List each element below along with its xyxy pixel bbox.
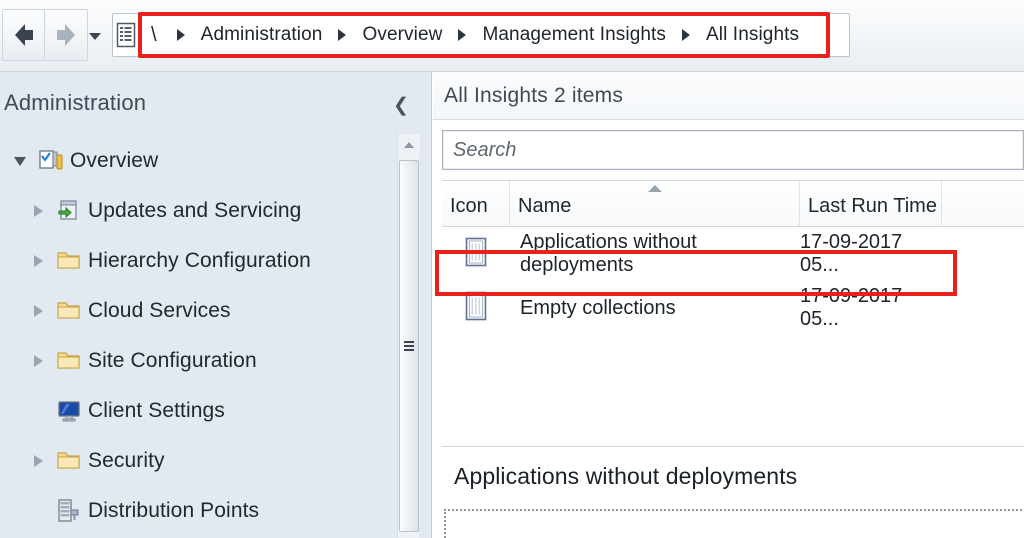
table-row[interactable]: Empty collections 17-09-2017 05... bbox=[442, 281, 1024, 335]
sidebar-item-label: Cloud Services bbox=[88, 299, 231, 322]
folder-icon bbox=[52, 286, 86, 336]
insight-report-icon bbox=[464, 237, 488, 272]
row-name-cell: Applications without deployments bbox=[520, 231, 697, 276]
column-header-spacer[interactable] bbox=[942, 181, 1024, 226]
main-pane: All Insights 2 items Icon Name Last Run … bbox=[433, 72, 1024, 538]
address-bar[interactable]: \ Administration Overview Management Ins… bbox=[112, 13, 850, 57]
sort-ascending-icon bbox=[648, 185, 662, 192]
application-window: \ Administration Overview Management Ins… bbox=[0, 0, 1024, 538]
sidebar-item-overview[interactable]: Overview bbox=[0, 136, 412, 186]
sidebar-item-site-configuration[interactable]: Site Configuration bbox=[0, 336, 412, 386]
arrow-right-icon bbox=[57, 24, 75, 46]
sidebar-item-updates-and-servicing[interactable]: Updates and Servicing bbox=[0, 186, 412, 236]
page-title: All Insights 2 items bbox=[444, 84, 624, 107]
scrollbar-grip-icon bbox=[404, 339, 414, 353]
twisty-right-icon[interactable] bbox=[24, 436, 52, 486]
twisty-placeholder bbox=[24, 386, 52, 436]
arrow-left-icon bbox=[14, 24, 33, 46]
scrollbar-thumb[interactable] bbox=[399, 160, 419, 532]
chevron-down-icon bbox=[89, 32, 101, 40]
column-header-last-run-time[interactable]: Last Run Time bbox=[800, 181, 942, 226]
sidebar-title: Administration bbox=[4, 90, 147, 115]
breadcrumb-item-overview[interactable]: Overview bbox=[360, 24, 444, 46]
row-name-cell: Empty collections bbox=[520, 296, 676, 319]
detail-title: Applications without deployments bbox=[454, 463, 798, 489]
sidebar-item-label: Distribution Points bbox=[88, 499, 260, 522]
sidebar-item-label: Site Configuration bbox=[88, 349, 257, 372]
folder-icon bbox=[52, 436, 86, 486]
row-last-run-time-cell: 17-09-2017 05... bbox=[800, 285, 903, 330]
folder-icon bbox=[52, 336, 86, 386]
sidebar-item-client-settings[interactable]: Client Settings bbox=[0, 386, 412, 436]
twisty-right-icon[interactable] bbox=[24, 236, 52, 286]
detail-body: Delete undeployed applications to simpli… bbox=[444, 509, 1022, 538]
sidebar-item-hierarchy-configuration[interactable]: Hierarchy Configuration bbox=[0, 236, 412, 286]
row-icon-cell bbox=[442, 237, 510, 272]
chevron-right-icon[interactable] bbox=[682, 29, 691, 41]
forward-button[interactable] bbox=[45, 9, 88, 61]
twisty-right-icon[interactable] bbox=[24, 186, 52, 236]
nav-button-group bbox=[2, 9, 88, 61]
breadcrumb-item-all-insights[interactable]: All Insights bbox=[704, 24, 801, 46]
chevron-right-icon[interactable] bbox=[176, 29, 185, 41]
sidebar-item-label: Security bbox=[88, 449, 165, 472]
detail-pane: Applications without deployments Delete … bbox=[442, 446, 1024, 538]
column-header-icon[interactable]: Icon bbox=[442, 181, 510, 226]
sidebar-item-label: Updates and Servicing bbox=[88, 199, 302, 222]
table-header-row: Icon Name Last Run Time bbox=[442, 181, 1024, 227]
insight-report-icon bbox=[464, 291, 488, 326]
breadcrumb-root[interactable]: \ bbox=[147, 24, 163, 47]
sidebar-item-label: Client Settings bbox=[88, 399, 225, 422]
chevron-left-icon[interactable]: ❮ bbox=[392, 95, 410, 115]
breadcrumb-item-management-insights[interactable]: Management Insights bbox=[480, 24, 668, 46]
twisty-placeholder bbox=[24, 486, 52, 536]
main-pane-header: All Insights 2 items bbox=[433, 72, 1024, 120]
server-rack-icon bbox=[52, 486, 86, 536]
sidebar-item-label: Hierarchy Configuration bbox=[88, 249, 311, 272]
row-icon-cell bbox=[442, 291, 510, 326]
column-header-name-label: Name bbox=[518, 195, 572, 217]
table-row[interactable]: Applications without deployments 17-09-2… bbox=[442, 227, 1024, 281]
row-last-run-time-cell: 17-09-2017 05... bbox=[800, 231, 903, 276]
navigation-tree: Overview Updates and Servicing Hierarchy… bbox=[0, 136, 412, 538]
twisty-right-icon[interactable] bbox=[24, 336, 52, 386]
overview-icon bbox=[34, 136, 68, 186]
breadcrumb: \ Administration Overview Management Ins… bbox=[139, 13, 849, 57]
scroll-up-arrow-icon[interactable] bbox=[398, 134, 420, 156]
list-document-icon bbox=[113, 13, 139, 57]
twisty-down-icon[interactable] bbox=[6, 136, 34, 186]
sidebar-scrollbar[interactable] bbox=[397, 134, 420, 538]
chevron-right-icon[interactable] bbox=[458, 29, 467, 41]
sidebar: Administration ❮ Overview Updates and Se… bbox=[0, 72, 432, 538]
search-input[interactable] bbox=[443, 131, 1023, 169]
insights-table: Icon Name Last Run Time Applications wit… bbox=[442, 180, 1024, 435]
recent-locations-button[interactable] bbox=[84, 28, 106, 44]
search-box[interactable] bbox=[442, 130, 1024, 170]
sidebar-item-label: Overview bbox=[70, 149, 159, 172]
monitor-icon bbox=[52, 386, 86, 436]
twisty-right-icon[interactable] bbox=[24, 286, 52, 336]
folder-icon bbox=[52, 236, 86, 286]
breadcrumb-item-administration[interactable]: Administration bbox=[199, 24, 325, 46]
updates-servicing-icon bbox=[52, 186, 86, 236]
sidebar-item-cloud-services[interactable]: Cloud Services bbox=[0, 286, 412, 336]
back-button[interactable] bbox=[2, 9, 45, 61]
sidebar-item-distribution-points[interactable]: Distribution Points bbox=[0, 486, 412, 536]
navigation-bar: \ Administration Overview Management Ins… bbox=[0, 0, 1024, 72]
chevron-right-icon[interactable] bbox=[338, 29, 347, 41]
sidebar-item-security[interactable]: Security bbox=[0, 436, 412, 486]
column-header-name[interactable]: Name bbox=[510, 181, 800, 226]
